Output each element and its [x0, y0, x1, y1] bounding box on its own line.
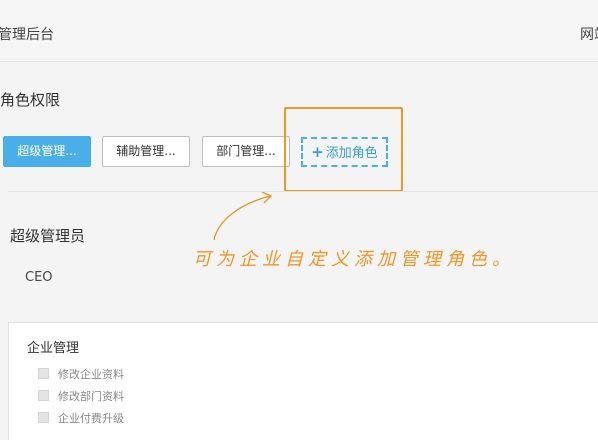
permission-label: 修改部门资料 — [58, 390, 124, 403]
permissions-panel: 企业管理 修改企业资料 修改部门资料 企业付费升级 — [8, 322, 598, 440]
permission-group-title: 企业管理 — [27, 341, 80, 356]
annotation-text: 可为企业自定义添加管理角色。 — [193, 249, 515, 270]
permission-checkbox[interactable] — [38, 368, 49, 379]
permission-checkbox[interactable] — [38, 412, 49, 423]
permission-label: 企业付费升级 — [58, 412, 124, 425]
permission-item[interactable]: 修改企业资料 — [38, 366, 124, 382]
top-bar: 管理后台 网站 — [0, 0, 598, 62]
permission-item[interactable]: 企业付费升级 — [38, 410, 124, 426]
permission-label: 修改企业资料 — [58, 368, 124, 381]
app-title: 管理后台 — [0, 27, 54, 43]
divider — [8, 191, 598, 192]
role-button-department-admin[interactable]: 部门管理... — [202, 136, 290, 167]
annotation-highlight-box — [284, 107, 403, 192]
selected-role-description: CEO — [25, 270, 53, 285]
annotation-arrow — [213, 191, 273, 241]
permission-item[interactable]: 修改部门资料 — [38, 388, 124, 404]
selected-role-name: 超级管理员 — [10, 227, 86, 245]
role-button-assistant-admin[interactable]: 辅助管理... — [102, 136, 190, 167]
page-title: 角色权限 — [0, 91, 61, 109]
top-nav-link[interactable]: 网站 — [580, 24, 598, 44]
role-button-super-admin[interactable]: 超级管理... — [3, 136, 91, 167]
permission-checkbox[interactable] — [38, 390, 49, 401]
